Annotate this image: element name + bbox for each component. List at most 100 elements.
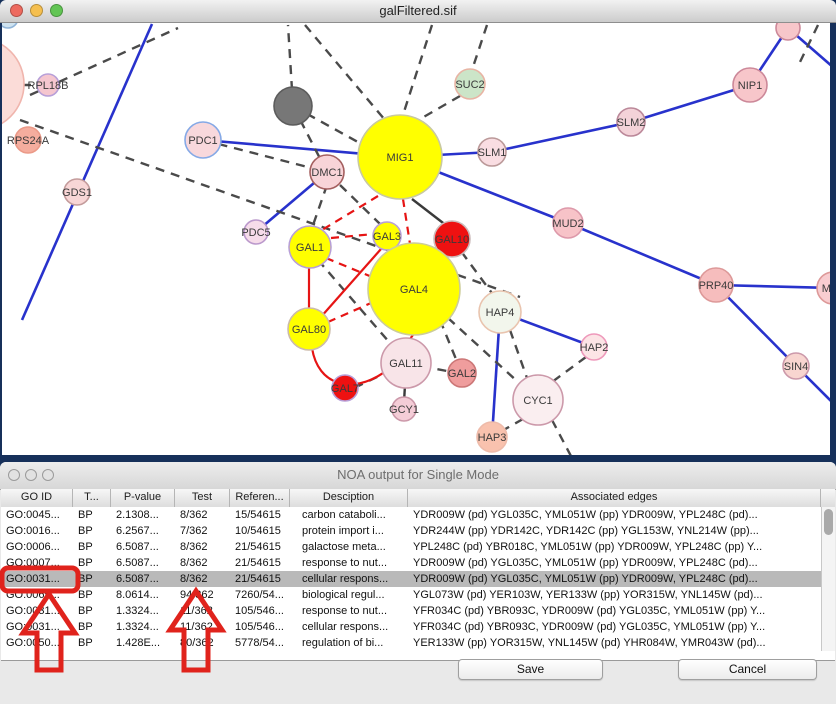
table-cell: response to nut... [290, 603, 408, 619]
graph-edge-dash [800, 25, 818, 62]
graph-node-label-GAL11: GAL11 [389, 358, 422, 370]
table-header-row: GO IDT...P-valueTestReferen...Desciption… [1, 489, 835, 508]
graph-edge-blue [492, 122, 631, 152]
table-row[interactable]: GO:0050...BP1.428E...80/3625778/54...reg… [1, 635, 821, 651]
graph-node-gray-node[interactable] [274, 87, 312, 125]
column-header-t---[interactable]: T... [73, 489, 111, 507]
graph-edge-dash [552, 420, 572, 455]
table-cell: 8.0614... [111, 587, 175, 603]
table-cell: 8/362 [175, 539, 230, 555]
column-header-associated-edges[interactable]: Associated edges [408, 489, 821, 507]
table-cell: 6.2567... [111, 523, 175, 539]
go-term-table: GO IDT...P-valueTestReferen...Desciption… [1, 489, 835, 661]
table-cell: YGL073W (pd) YER103W, YER133W (pp) YOR31… [408, 587, 821, 603]
table-cell: BP [73, 603, 111, 619]
graph-node-label-CYC1: CYC1 [523, 395, 552, 407]
graph-node-top-right[interactable] [776, 23, 800, 40]
graph-edge-blue [631, 85, 750, 122]
table-cell: GO:0031... [1, 571, 73, 587]
table-cell: 105/546... [230, 603, 290, 619]
table-cell: 10/54615 [230, 523, 290, 539]
graph-node-label-GAL80: GAL80 [292, 324, 326, 336]
graph-node-label-GDS1: GDS1 [62, 187, 92, 199]
cancel-button[interactable]: Cancel [678, 659, 817, 680]
table-row[interactable]: GO:0006...BP6.5087...8/36221/54615galact… [1, 539, 821, 555]
table-cell: 105/546... [230, 619, 290, 635]
graph-node-label-PDC5: PDC5 [241, 227, 270, 239]
graph-node-label-GAL1: GAL1 [296, 242, 324, 254]
graph-node-label-PDC1: PDC1 [188, 135, 217, 147]
network-graph: RPL18BRPS24AGDS1PDC1DMC1MIG1SUC2SLM1SLM2… [2, 23, 830, 455]
table-cell: galactose meta... [290, 539, 408, 555]
table-cell: 11/362 [175, 619, 230, 635]
graph-edge-dash [415, 96, 460, 122]
table-cell: GO:0031... [1, 603, 73, 619]
table-cell: 2.1308... [111, 507, 175, 523]
table-cell: GO:0065... [1, 587, 73, 603]
table-cell: BP [73, 539, 111, 555]
graph-node-left-large[interactable] [2, 38, 24, 130]
network-canvas[interactable]: RPL18BRPS24AGDS1PDC1DMC1MIG1SUC2SLM1SLM2… [2, 23, 830, 455]
table-row[interactable]: GO:0016...BP6.2567...7/36210/54615protei… [1, 523, 821, 539]
table-cell: YDR244W (pp) YDR142C, YDR142C (pp) YGL15… [408, 523, 821, 539]
table-cell: 1.428E... [111, 635, 175, 651]
column-header-go-id[interactable]: GO ID [1, 489, 73, 507]
vertical-scrollbar[interactable] [821, 507, 835, 651]
table-cell: 6.5087... [111, 571, 175, 587]
table-row[interactable]: GO:0031...BP1.3324...11/362105/546...res… [1, 603, 821, 619]
table-cell: response to nut... [290, 555, 408, 571]
column-header-test[interactable]: Test [175, 489, 230, 507]
table-cell: 8/362 [175, 571, 230, 587]
column-header-desciption[interactable]: Desciption [290, 489, 408, 507]
table-cell: YDR009W (pd) YGL035C, YML051W (pp) YDR00… [408, 571, 821, 587]
graph-node-label-SLM1: SLM1 [478, 147, 507, 159]
table-cell: GO:0031... [1, 619, 73, 635]
table-cell: GO:0007... [1, 555, 73, 571]
network-titlebar: galFiltered.sif [0, 0, 836, 23]
graph-node-label-DMC1: DMC1 [311, 167, 342, 179]
table-cell: 5778/54... [230, 635, 290, 651]
table-cell: 8/362 [175, 555, 230, 571]
table-cell: BP [73, 635, 111, 651]
column-header-referen---[interactable]: Referen... [230, 489, 290, 507]
table-cell: 21/54615 [230, 555, 290, 571]
table-row[interactable]: GO:0007...BP6.5087...8/36221/54615respon… [1, 555, 821, 571]
table-cell: YFR034C (pd) YBR093C, YDR009W (pd) YGL03… [408, 619, 821, 635]
window-title: NOA output for Single Mode [0, 467, 836, 482]
window-title: galFiltered.sif [0, 3, 836, 18]
table-row[interactable]: GO:0031...BP1.3324...11/362105/546...cel… [1, 619, 821, 635]
table-cell: BP [73, 619, 111, 635]
graph-node-label-HAP2: HAP2 [580, 342, 609, 354]
graph-node-label-GAL3: GAL3 [373, 231, 401, 243]
graph-edge-dash [552, 357, 586, 382]
noa-output-window: NOA output for Single Mode GO IDT...P-va… [0, 462, 836, 704]
table-cell: biological regul... [290, 587, 408, 603]
table-cell: GO:0006... [1, 539, 73, 555]
save-button[interactable]: Save [458, 659, 603, 680]
table-row[interactable]: GO:0065...BP8.0614...94/3627260/54...bio… [1, 587, 821, 603]
network-window: galFiltered.sif RPL18B RPS24A GDS1 PDC1 DMC1… [0, 0, 836, 458]
table-cell: carbon cataboli... [290, 507, 408, 523]
graph-node-label-HAP4: HAP4 [486, 307, 515, 319]
table-cell: GO:0050... [1, 635, 73, 651]
table-cell: 21/54615 [230, 539, 290, 555]
table-cell: YPL248C (pd) YBR018C, YML051W (pp) YDR00… [408, 539, 821, 555]
table-cell: 6.5087... [111, 539, 175, 555]
table-row[interactable]: GO:0045...BP2.1308...8/36215/54615carbon… [1, 507, 821, 523]
graph-node-label-RPS24A: RPS24A [7, 135, 50, 147]
table-cell: BP [73, 571, 111, 587]
table-row[interactable]: GO:0031...BP6.5087...8/36221/54615cellul… [1, 571, 821, 587]
graph-node-label-GAL7: GAL7 [331, 383, 359, 395]
scrollbar-thumb[interactable] [824, 509, 833, 535]
table-cell: YFR034C (pd) YBR093C, YDR009W (pd) YGL03… [408, 603, 821, 619]
graph-node-corner-top-left[interactable] [2, 23, 18, 28]
column-header-p-value[interactable]: P-value [111, 489, 175, 507]
graph-node-label-RPL18B: RPL18B [28, 80, 69, 92]
graph-node-label-GAL10: GAL10 [435, 234, 469, 246]
table-cell: 94/362 [175, 587, 230, 603]
table-body: GO:0045...BP2.1308...8/36215/54615carbon… [1, 507, 821, 651]
graph-node-label-SUC2: SUC2 [455, 79, 484, 91]
table-cell: 1.3324... [111, 603, 175, 619]
table-cell: 6.5087... [111, 555, 175, 571]
graph-node-label-GAL2: GAL2 [448, 368, 476, 380]
